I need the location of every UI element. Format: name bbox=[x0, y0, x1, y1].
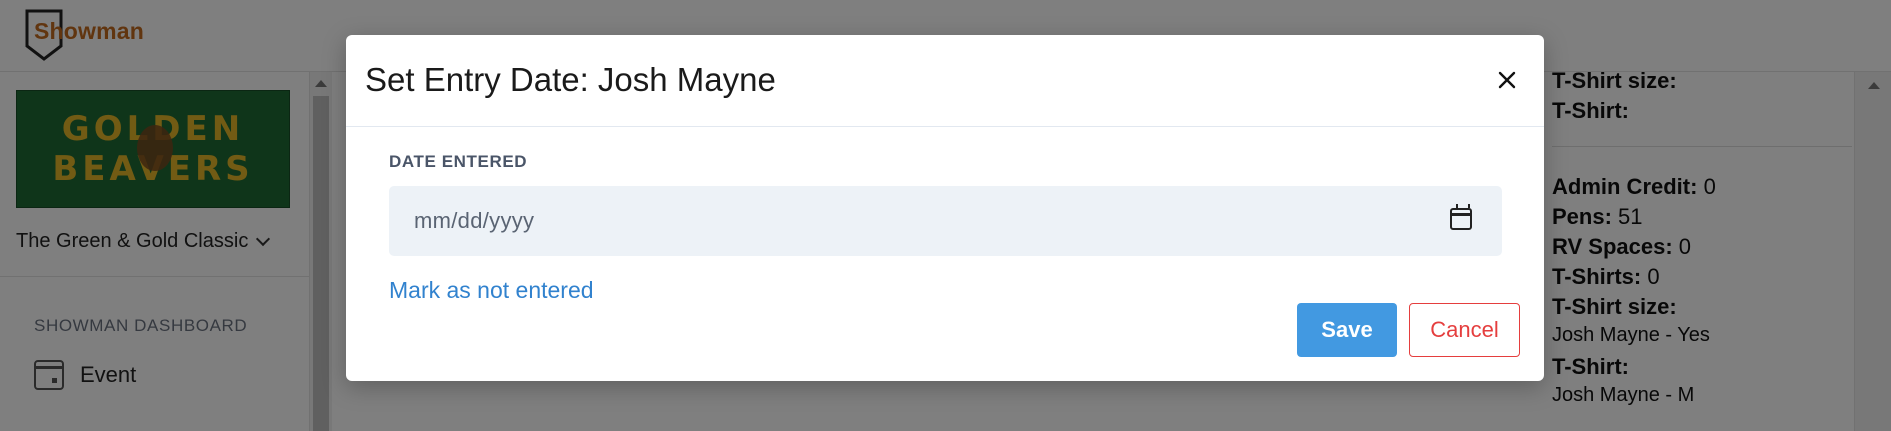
calendar-picker-icon[interactable] bbox=[1450, 204, 1472, 230]
date-entered-label: DATE ENTERED bbox=[389, 152, 528, 171]
date-entered-input[interactable]: mm/dd/yyyy bbox=[389, 186, 1502, 256]
modal-title: Set Entry Date: Josh Mayne bbox=[365, 61, 776, 98]
cancel-button[interactable]: Cancel bbox=[1409, 303, 1520, 357]
date-placeholder: mm/dd/yyyy bbox=[414, 208, 535, 233]
modal-header: Set Entry Date: Josh Mayne bbox=[346, 35, 1544, 127]
save-button[interactable]: Save bbox=[1297, 303, 1397, 357]
set-entry-date-modal: Set Entry Date: Josh Mayne DATE ENTERED … bbox=[346, 35, 1544, 381]
close-button[interactable] bbox=[1490, 63, 1524, 97]
mark-not-entered-link[interactable]: Mark as not entered bbox=[389, 277, 594, 304]
close-icon bbox=[1498, 71, 1516, 89]
